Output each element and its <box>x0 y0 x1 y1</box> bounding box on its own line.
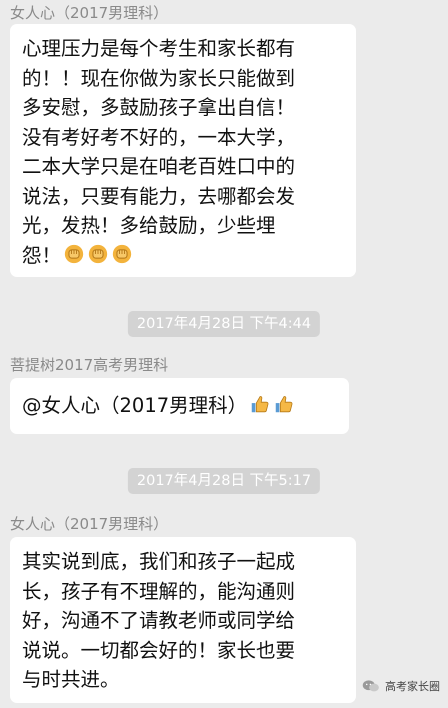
sender-name[interactable]: 女人心（2017男理科） <box>10 4 168 22</box>
thumbs-up-emoji-group <box>247 394 295 417</box>
message-bubble[interactable]: 心理压力是每个考生和家长都有 的！！现在你做为家长只能做到 多安慰，多鼓励孩子拿… <box>10 24 356 277</box>
message-bubble[interactable]: 其实说到底，我们和孩子一起成 长，孩子有不理解的，能沟通则 好，沟通不了请教老师… <box>10 537 356 703</box>
timestamp: 2017年4月28日 下午4:44 <box>127 311 321 337</box>
watermark: 高考家长圈 <box>362 678 440 694</box>
thumbs-up-emoji-icon <box>251 396 269 413</box>
fist-emoji-icon <box>88 244 108 263</box>
message-text: @女人心（2017男理科） <box>22 394 248 417</box>
fist-emoji-group <box>61 244 133 267</box>
fist-emoji-icon <box>112 244 132 263</box>
timestamp: 2017年4月28日 下午5:17 <box>127 468 321 494</box>
message-text: 其实说到底，我们和孩子一起成 长，孩子有不理解的，能沟通则 好，沟通不了请教老师… <box>22 550 296 691</box>
sender-name[interactable]: 女人心（2017男理科） <box>10 515 168 533</box>
thumbs-up-emoji-icon <box>275 396 293 413</box>
fist-emoji-icon <box>64 244 84 263</box>
message-bubble[interactable]: @女人心（2017男理科） <box>10 378 349 434</box>
watermark-label: 高考家长圈 <box>385 680 440 693</box>
message-text: 心理压力是每个考生和家长都有 的！！现在你做为家长只能做到 多安慰，多鼓励孩子拿… <box>22 37 296 267</box>
wechat-icon <box>362 680 379 692</box>
sender-name[interactable]: 菩提树2017高考男理科 <box>10 356 168 374</box>
